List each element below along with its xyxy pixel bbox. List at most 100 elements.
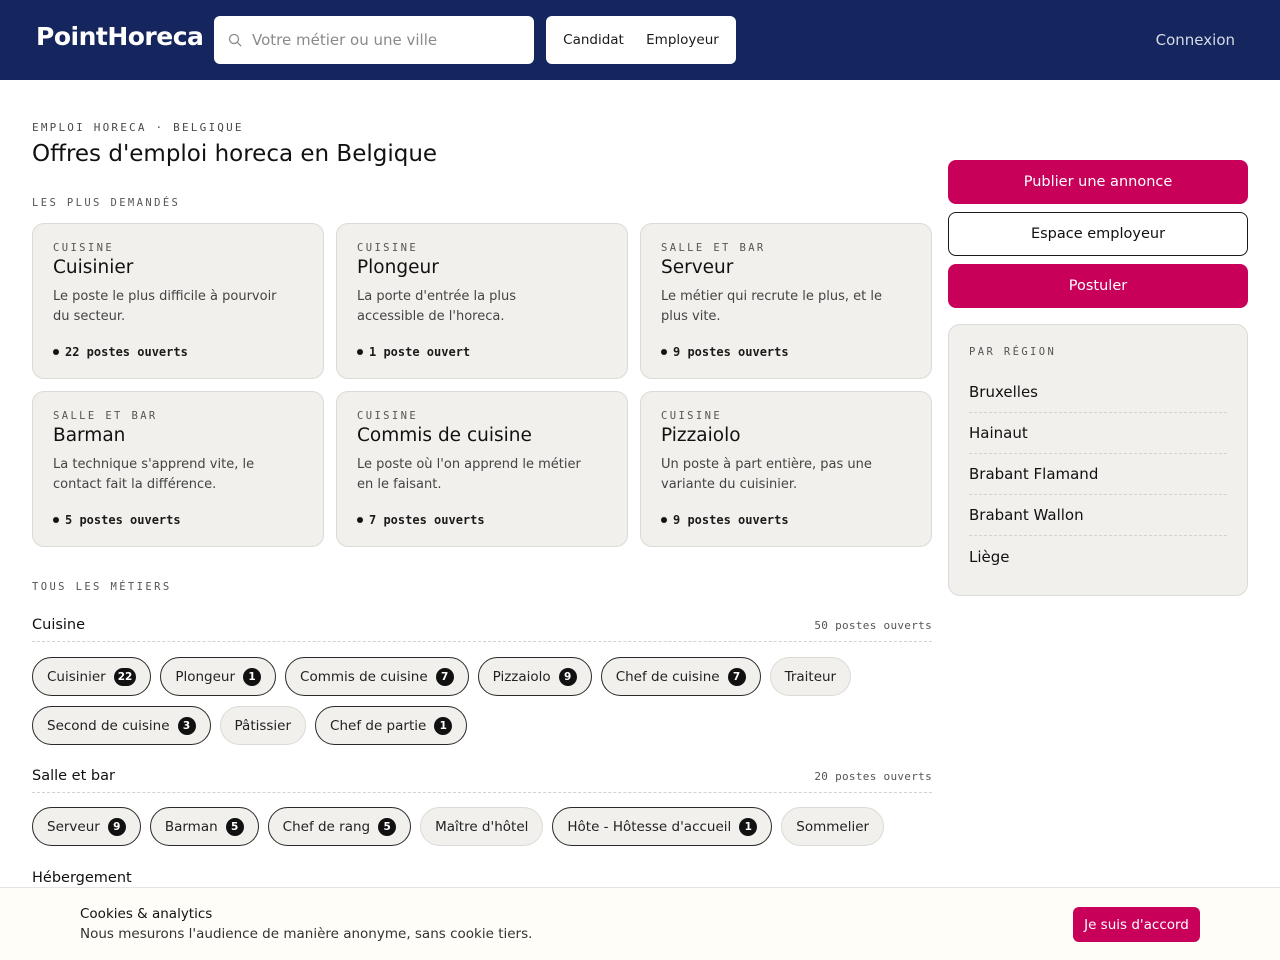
region-item-bruxelles[interactable]: Bruxelles: [969, 372, 1227, 413]
job-chip-label: Serveur: [47, 818, 100, 835]
job-chip[interactable]: Cuisinier 22: [32, 657, 152, 696]
job-card-count: 9 postes ouverts: [661, 513, 789, 527]
job-card-description: Le poste où l'on apprend le métier en le…: [357, 457, 581, 492]
job-chip[interactable]: Second de cuisine 3: [32, 706, 211, 745]
employer-space-button[interactable]: Espace employeur: [948, 212, 1248, 256]
region-item-brabant-flamand[interactable]: Brabant Flamand: [969, 454, 1227, 495]
group-header-cuisine: Cuisine 50 postes ouverts: [32, 617, 932, 642]
bullet-icon: [661, 517, 667, 523]
job-card-count: 9 postes ouverts: [661, 345, 789, 359]
site-logo[interactable]: PointHoreca: [36, 22, 204, 51]
job-chip-label: Cuisinier: [47, 668, 106, 685]
job-card-count: 7 postes ouverts: [357, 513, 485, 527]
job-chip[interactable]: Commis de cuisine 7: [285, 657, 469, 696]
job-card-count-label: 1 poste ouvert: [369, 345, 471, 359]
job-chip[interactable]: Pizzaiolo 9: [477, 657, 592, 696]
job-chip-badge: 1: [434, 716, 453, 735]
bullet-icon: [357, 349, 363, 355]
job-card-description: La porte d'entrée la plus accessible de …: [357, 289, 517, 324]
popular-section-label: LES PLUS DEMANDÉS: [32, 197, 181, 209]
job-card-description: La technique s'apprend vite, le contact …: [53, 457, 255, 492]
job-card-category: CUISINE: [53, 242, 115, 254]
job-chip-label: Traiteur: [784, 668, 837, 685]
job-chip-label: Sommelier: [796, 818, 870, 835]
job-card-count-label: 7 postes ouverts: [369, 513, 485, 527]
job-chip[interactable]: Chef de rang 5: [267, 807, 412, 846]
group-title: Cuisine: [32, 617, 86, 633]
group-title: Hébergement: [32, 870, 132, 886]
job-chip-label: Plongeur: [175, 668, 236, 685]
group-header-salle-et-bar: Salle et bar 20 postes ouverts: [32, 768, 932, 793]
job-card-pizzaiolo[interactable]: CUISINE Pizzaiolo Un poste à part entièr…: [640, 391, 932, 547]
region-item-hainaut[interactable]: Hainaut: [969, 413, 1227, 454]
job-card-category: SALLE ET BAR: [661, 242, 766, 254]
job-chip-label: Chef de cuisine: [615, 668, 720, 685]
breadcrumb: EMPLOI HORECA · BELGIQUE: [32, 121, 244, 134]
job-chip[interactable]: Barman 5: [149, 807, 259, 846]
job-chip[interactable]: Pâtissier: [219, 706, 307, 745]
publish-ad-button[interactable]: Publier une annonce: [948, 160, 1248, 204]
job-chip-badge: 1: [243, 667, 262, 686]
group-count: 20 postes ouverts: [814, 770, 932, 783]
job-card-count-label: 22 postes ouverts: [65, 345, 188, 359]
group-title: Salle et bar: [32, 768, 115, 784]
job-card-cuisinier[interactable]: CUISINE Cuisinier Le poste le plus diffi…: [32, 223, 324, 379]
job-chip[interactable]: Serveur 9: [32, 807, 141, 846]
job-chip-label: Chef de partie: [330, 717, 427, 734]
chip-list-cuisine: Cuisinier 22 Plongeur 1 Commis de cuisine 7…: [32, 657, 932, 745]
job-card-description: Le métier qui recrute le plus, et le plu…: [661, 289, 882, 324]
job-card-commis-de-cuisine[interactable]: CUISINE Commis de cuisine Le poste où l'…: [336, 391, 628, 547]
job-card-description: Un poste à part entière, pas une variant…: [661, 457, 872, 492]
chip-list-salle-et-bar: Serveur 9 Barman 5 Chef de rang 5 Maître d'…: [32, 807, 932, 846]
popular-jobs-grid: CUISINE Cuisinier Le poste le plus diffi…: [32, 223, 932, 547]
job-chip[interactable]: Chef de cuisine 7: [600, 657, 761, 696]
job-chip[interactable]: Sommelier: [781, 807, 885, 846]
search-input[interactable]: [252, 31, 512, 49]
top-navigation-bar: PointHoreca Candidat Employeur Connexion: [0, 0, 1280, 80]
search-box[interactable]: [214, 16, 534, 64]
job-chip[interactable]: Plongeur 1: [160, 657, 277, 696]
job-chip-label: Hôte - Hôtesse d'accueil: [567, 818, 732, 835]
job-card-barman[interactable]: SALLE ET BAR Barman La technique s'appre…: [32, 391, 324, 547]
job-card-category: CUISINE: [661, 410, 723, 422]
job-chip-label: Maître d'hôtel: [435, 818, 529, 835]
employer-button[interactable]: Employeur: [646, 32, 719, 48]
job-card-count: 22 postes ouverts: [53, 345, 188, 359]
job-card-category: CUISINE: [357, 242, 419, 254]
apply-button[interactable]: Postuler: [948, 264, 1248, 308]
job-card-count-label: 9 postes ouverts: [673, 345, 789, 359]
cookie-title: Cookies & analytics: [80, 906, 213, 922]
job-chip[interactable]: Traiteur: [769, 657, 852, 696]
job-chip-badge: 5: [378, 817, 397, 836]
job-card-serveur[interactable]: SALLE ET BAR Serveur Le métier qui recru…: [640, 223, 932, 379]
job-card-title: Serveur: [661, 257, 734, 278]
job-card-category: CUISINE: [357, 410, 419, 422]
job-chip-badge: 9: [558, 667, 577, 686]
bullet-icon: [357, 517, 363, 523]
region-item-liege[interactable]: Liège: [969, 536, 1227, 577]
job-card-count-label: 9 postes ouverts: [673, 513, 789, 527]
job-chip[interactable]: Hôte - Hôtesse d'accueil 1: [552, 807, 773, 846]
job-card-plongeur[interactable]: CUISINE Plongeur La porte d'entrée la pl…: [336, 223, 628, 379]
job-card-title: Commis de cuisine: [357, 425, 532, 446]
job-card-title: Cuisinier: [53, 257, 134, 278]
cookie-accept-button[interactable]: Je suis d'accord: [1073, 907, 1200, 942]
job-card-title: Barman: [53, 425, 126, 446]
job-card-count-label: 5 postes ouverts: [65, 513, 181, 527]
login-link[interactable]: Connexion: [1156, 31, 1235, 49]
job-card-description: Le poste le plus difficile à pourvoir du…: [53, 289, 277, 324]
page-title: Offres d'emploi horeca en Belgique: [32, 141, 438, 167]
job-chip-badge: 3: [177, 716, 196, 735]
job-card-title: Pizzaiolo: [661, 425, 741, 446]
region-panel-title: PAR RÉGION: [969, 346, 1057, 358]
job-chip-label: Pizzaiolo: [492, 668, 551, 685]
group-count: 50 postes ouverts: [814, 619, 932, 632]
region-list: Bruxelles Hainaut Brabant Flamand Braban…: [969, 372, 1227, 577]
job-chip-badge: 22: [113, 667, 137, 686]
job-chip-label: Commis de cuisine: [300, 668, 428, 685]
region-item-brabant-wallon[interactable]: Brabant Wallon: [969, 495, 1227, 536]
job-chip-badge: 7: [727, 667, 746, 686]
job-chip[interactable]: Chef de partie 1: [315, 706, 468, 745]
job-chip[interactable]: Maître d'hôtel: [420, 807, 544, 846]
candidate-button[interactable]: Candidat: [563, 32, 624, 48]
